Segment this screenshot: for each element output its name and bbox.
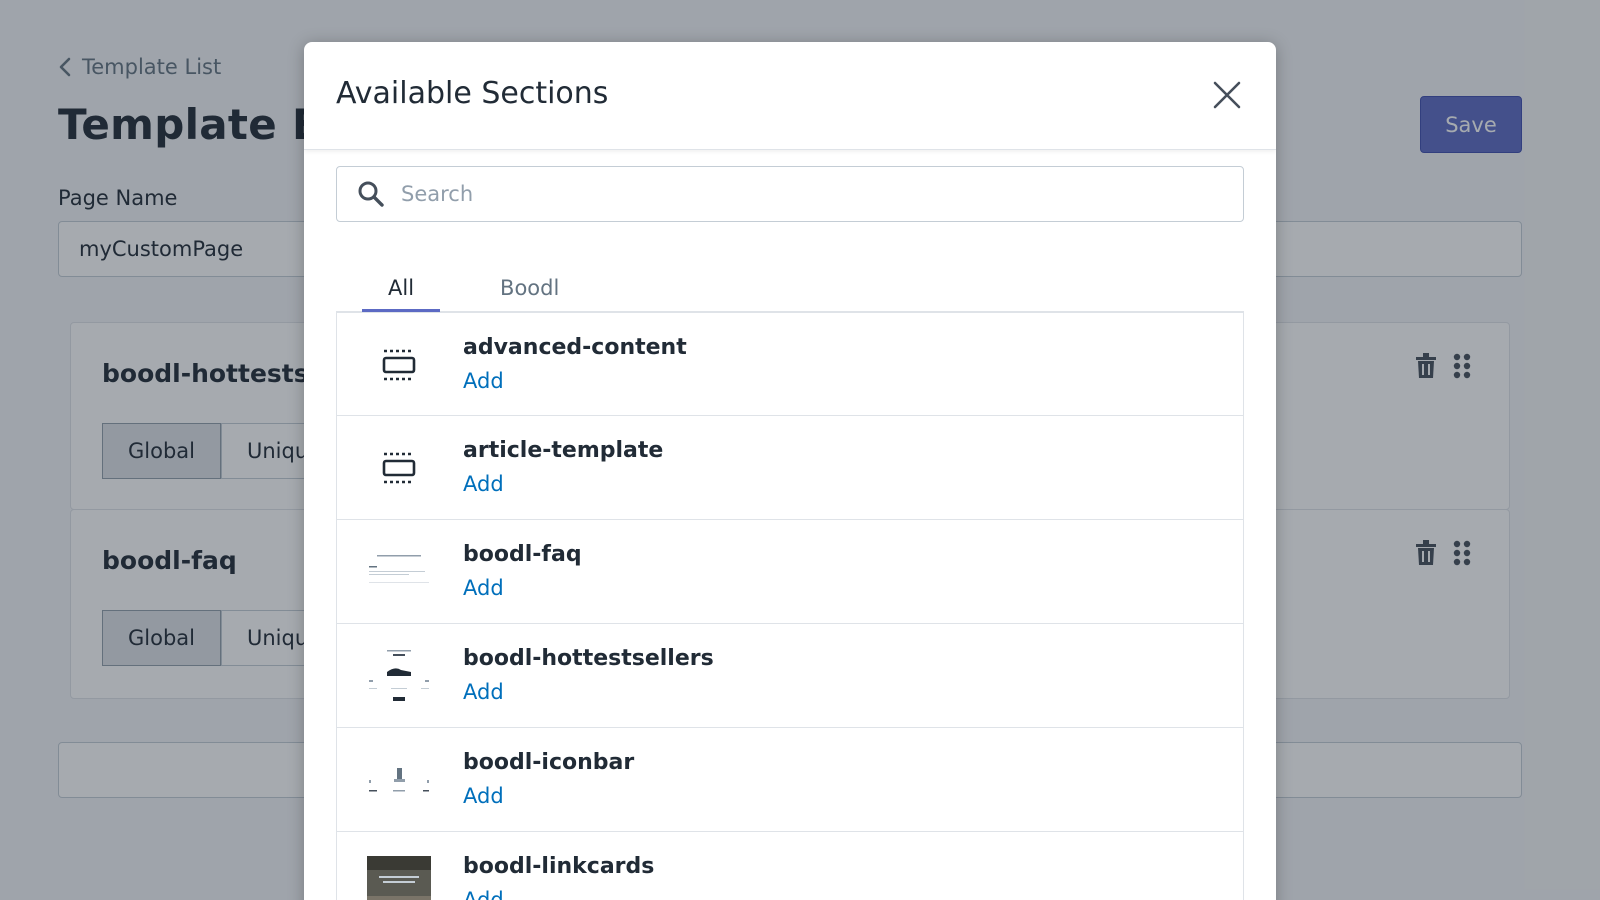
list-item: boodl-faq Add [336,520,1244,624]
search-input[interactable] [401,182,1201,206]
add-link[interactable]: Add [463,784,504,808]
section-list: advanced-content Add article-template Ad… [336,312,1244,900]
section-name: advanced-content [463,335,687,360]
add-link[interactable]: Add [463,369,504,393]
section-icon [367,438,431,498]
add-link[interactable]: Add [463,680,504,704]
section-tabs: All Boodl [336,262,1244,313]
close-icon [1213,81,1241,109]
modal-header: Available Sections [304,42,1276,150]
list-item: boodl-iconbar Add [336,728,1244,832]
list-item: article-template Add [336,416,1244,520]
faq-preview-thumbnail [367,542,431,602]
close-button[interactable] [1212,80,1242,110]
list-item: boodl-linkcards Add [336,832,1244,900]
search-field[interactable] [336,166,1244,222]
available-sections-modal: Available Sections All Boodl advanced-co… [304,42,1276,900]
iconbar-preview-thumbnail [367,750,431,810]
list-item: advanced-content Add [336,312,1244,416]
tab-boodl[interactable]: Boodl [440,262,585,312]
tab-all[interactable]: All [336,262,441,313]
section-name: boodl-iconbar [463,750,635,775]
search-icon [358,181,384,207]
section-name: boodl-linkcards [463,854,655,879]
add-link[interactable]: Add [463,576,504,600]
section-icon [367,335,431,395]
list-item: boodl-hottestsellers Add [336,624,1244,728]
add-link[interactable]: Add [463,888,504,900]
section-name: boodl-faq [463,542,582,567]
modal-title: Available Sections [336,76,609,111]
linkcards-preview-thumbnail [367,856,431,900]
section-name: boodl-hottestsellers [463,646,714,671]
section-name: article-template [463,438,664,463]
hottestsellers-preview-thumbnail [367,646,431,706]
add-link[interactable]: Add [463,472,504,496]
